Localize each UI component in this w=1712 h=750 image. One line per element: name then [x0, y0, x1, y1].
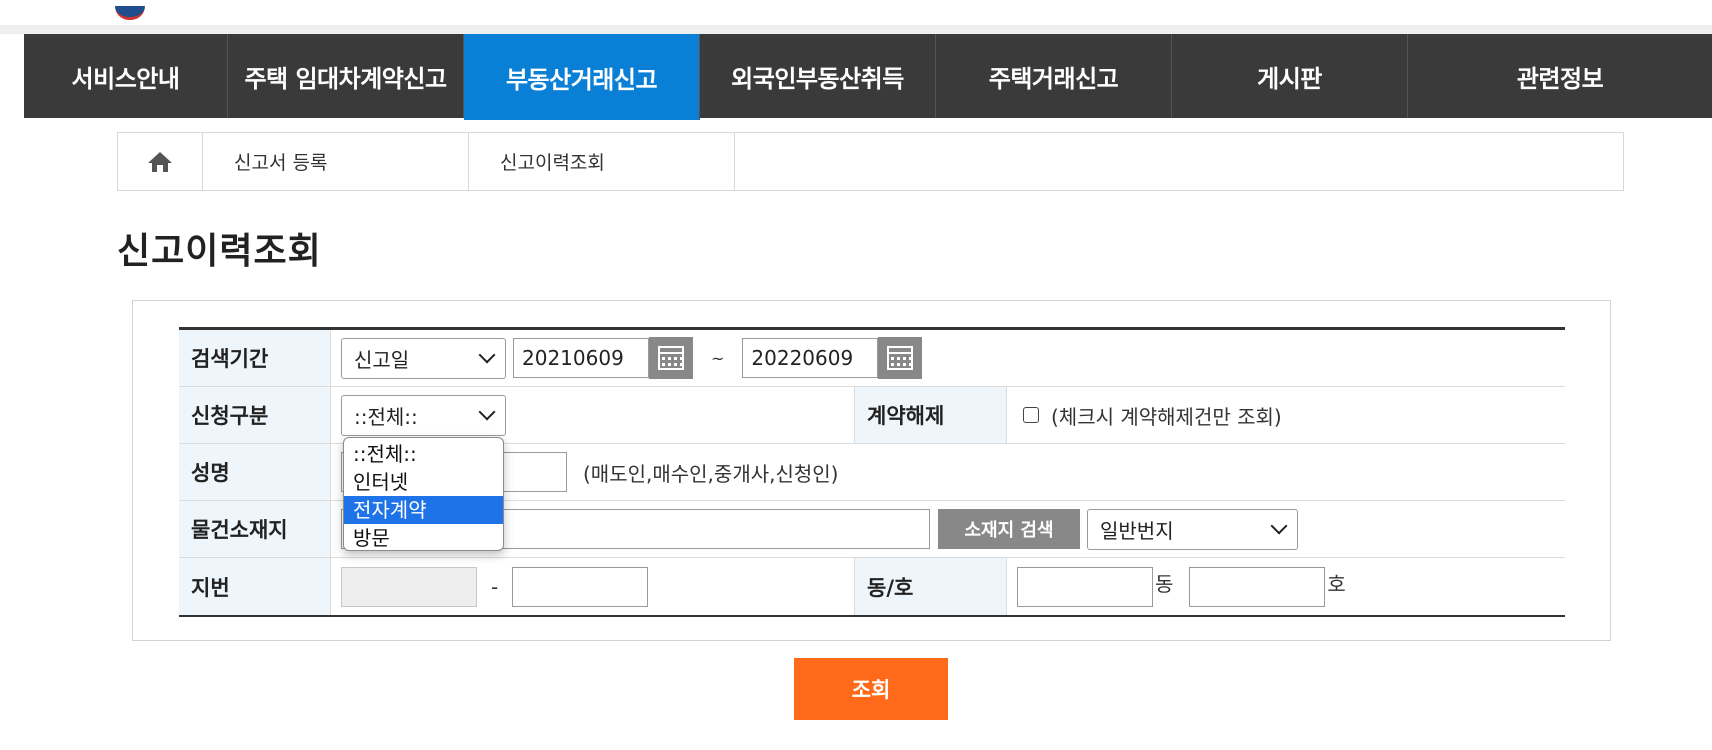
cancel-checkbox[interactable]: [1023, 407, 1039, 423]
lot-separator: -: [491, 574, 499, 599]
top-band: [0, 25, 1712, 34]
period-separator: ~: [711, 348, 725, 368]
label-location: 물건소재지: [179, 501, 331, 557]
category-option-all[interactable]: ::전체::: [344, 440, 503, 468]
top-strip: [0, 0, 1712, 34]
period-to-input[interactable]: 20220609: [742, 338, 879, 378]
cancel-hint: (체크시 계약해제건만 조회): [1051, 404, 1282, 429]
period-from-input[interactable]: 20210609: [513, 338, 649, 378]
lot-sub-input[interactable]: [512, 566, 649, 607]
chevron-down-icon: [1270, 517, 1288, 535]
breadcrumb-item-register[interactable]: 신고서 등록: [203, 133, 469, 190]
label-period: 검색기간: [179, 330, 331, 386]
logo[interactable]: [115, 6, 145, 20]
dong-input[interactable]: [1017, 566, 1153, 607]
chevron-down-icon: [478, 403, 496, 421]
nav-item-house-report[interactable]: 주택거래신고: [936, 34, 1172, 118]
lot-main-input[interactable]: [341, 566, 477, 607]
breadcrumb: 신고서 등록 신고이력조회: [117, 132, 1624, 191]
period-to-calendar-button[interactable]: [878, 337, 923, 379]
calendar-icon: [887, 346, 914, 370]
category-option-e-contract[interactable]: 전자계약: [344, 496, 503, 524]
row-lot: 지번 - 동/호 동 호: [179, 558, 1565, 615]
location-search-button[interactable]: 소재지 검색: [938, 509, 1080, 549]
category-select[interactable]: ::전체::: [341, 394, 506, 436]
lot-type-select[interactable]: 일반번지: [1087, 508, 1298, 550]
ho-input[interactable]: [1189, 566, 1326, 607]
home-icon: [148, 151, 172, 172]
ho-suffix: 호: [1327, 572, 1346, 596]
row-period: 검색기간 신고일 20210609 ~ 20220609: [179, 330, 1565, 387]
period-type-select[interactable]: 신고일: [341, 337, 506, 379]
search-button[interactable]: 조회: [794, 658, 948, 720]
calendar-icon: [658, 346, 684, 370]
category-dropdown-list: ::전체:: 인터넷 전자계약 방문: [343, 437, 504, 551]
category-option-visit[interactable]: 방문: [344, 524, 503, 552]
nav-item-foreigner[interactable]: 외국인부동산취득: [700, 34, 936, 118]
dong-suffix: 동: [1155, 572, 1174, 596]
label-cancel: 계약해제: [855, 387, 1007, 443]
label-lot: 지번: [179, 558, 331, 615]
label-category: 신청구분: [179, 387, 331, 443]
breadcrumb-home[interactable]: [118, 133, 203, 190]
nav-item-related-info[interactable]: 관련정보: [1408, 34, 1712, 118]
period-from-calendar-button[interactable]: [649, 337, 693, 379]
nav-item-lease-report[interactable]: 주택 임대차계약신고: [228, 34, 464, 118]
row-category: 신청구분 ::전체:: 계약해제 (체크시 계약해제건만 조회): [179, 387, 1565, 444]
label-name: 성명: [179, 444, 331, 500]
label-unit: 동/호: [855, 558, 1007, 615]
breadcrumb-item-history[interactable]: 신고이력조회: [469, 133, 735, 190]
nav-item-board[interactable]: 게시판: [1172, 34, 1408, 118]
nav-item-service[interactable]: 서비스안내: [24, 34, 228, 118]
main-nav: 서비스안내 주택 임대차계약신고 부동산거래신고 외국인부동산취득 주택거래신고…: [24, 34, 1712, 120]
nav-item-real-estate-report[interactable]: 부동산거래신고: [464, 34, 700, 120]
category-option-internet[interactable]: 인터넷: [344, 468, 503, 496]
name-hint: (매도인,매수인,중개사,신청인): [583, 461, 839, 486]
chevron-down-icon: [478, 346, 496, 364]
page-title: 신고이력조회: [117, 231, 322, 272]
